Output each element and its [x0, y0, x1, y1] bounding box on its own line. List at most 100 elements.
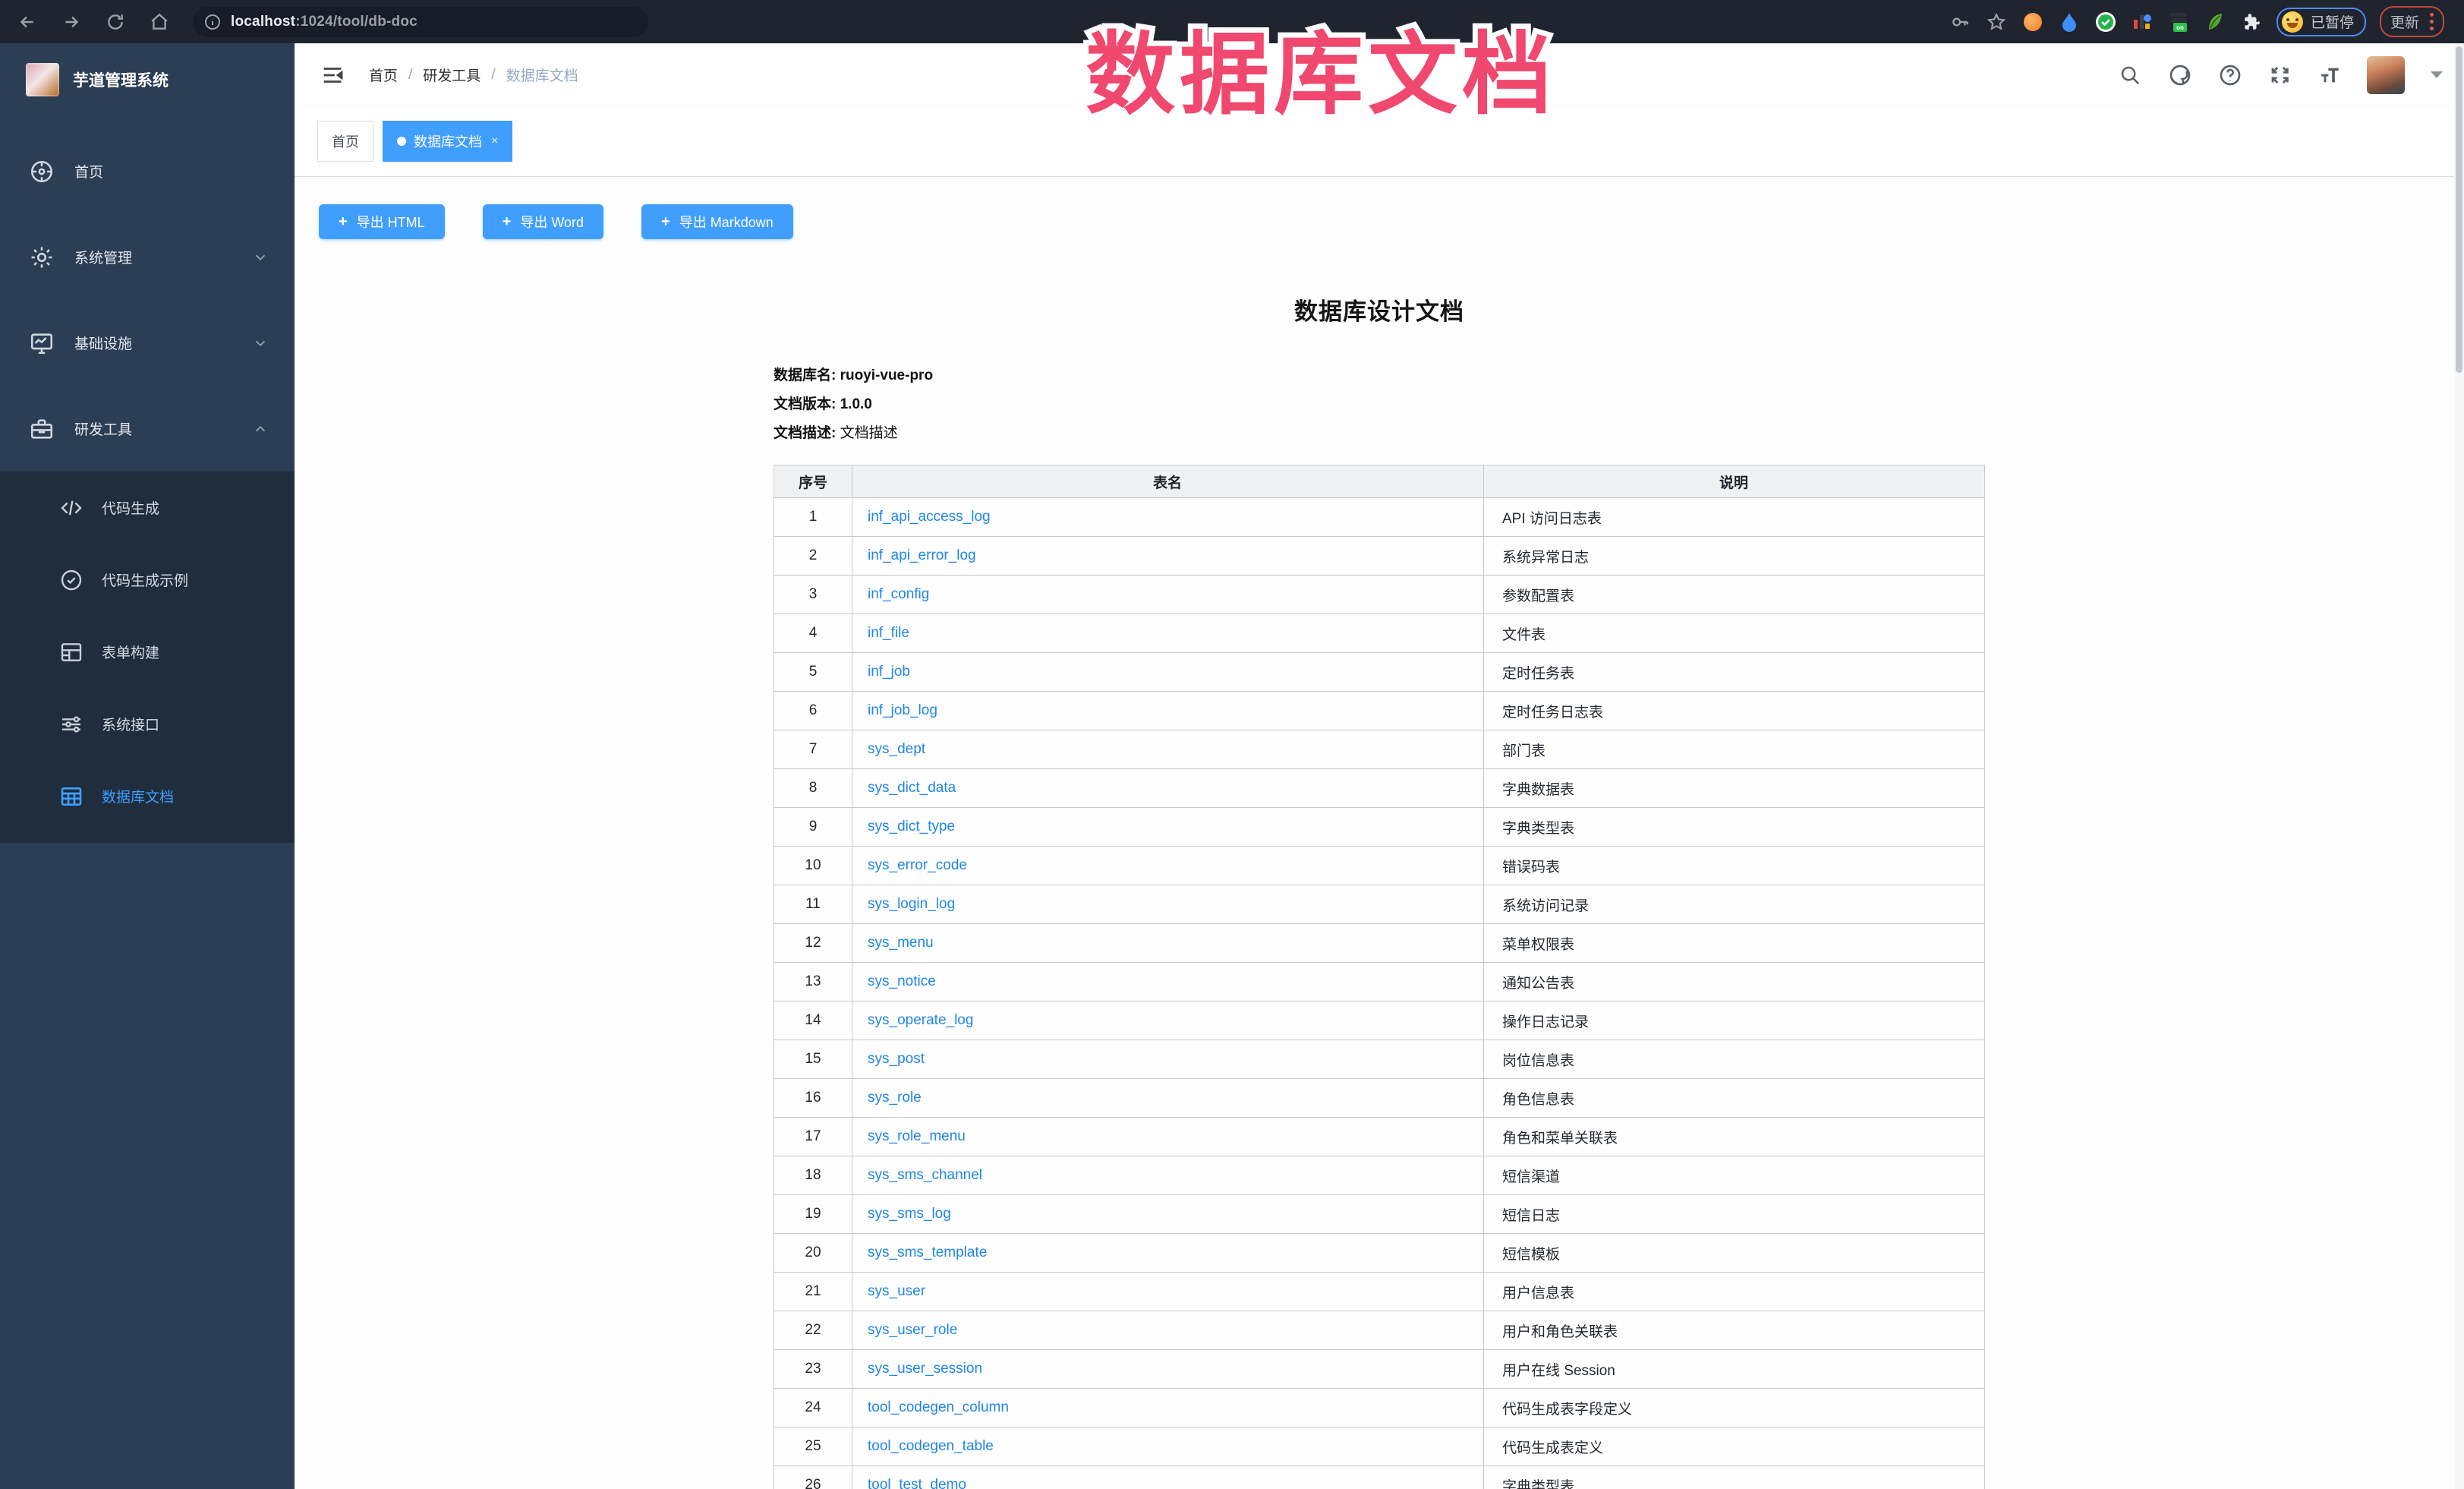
- close-tab-icon[interactable]: ×: [491, 134, 498, 148]
- extension-orange-icon[interactable]: [2021, 11, 2044, 33]
- collapse-sidebar-icon[interactable]: [317, 60, 348, 90]
- app-logo-row[interactable]: 芋道管理系统: [0, 43, 295, 104]
- table-row: 21sys_user用户信息表: [774, 1273, 1985, 1311]
- sidebar-item-system[interactable]: 系统管理: [0, 214, 295, 300]
- back-icon[interactable]: [11, 5, 44, 39]
- sidebar-item-dev-tools[interactable]: 研发工具: [0, 386, 295, 472]
- password-key-icon[interactable]: [1949, 11, 1971, 33]
- table-desc-cell: 岗位信息表: [1484, 1040, 1985, 1079]
- table-name-cell: sys_user_role: [852, 1311, 1484, 1350]
- help-icon[interactable]: [2217, 62, 2244, 89]
- tab-home[interactable]: 首页: [317, 121, 373, 162]
- export-html-button[interactable]: + 导出 HTML: [319, 204, 445, 239]
- extension-green-check-icon[interactable]: [2094, 11, 2117, 33]
- sidebar-item-infrastructure[interactable]: 基础设施: [0, 300, 295, 386]
- tags-view-bar: 首页 数据库文档 ×: [295, 106, 2464, 177]
- table-row: 14sys_operate_log操作日志记录: [774, 1002, 1985, 1040]
- row-index: 20: [774, 1234, 852, 1273]
- address-bar[interactable]: localhost:1024/tool/db-doc: [193, 7, 648, 37]
- table-name-link[interactable]: sys_menu: [868, 935, 934, 951]
- table-desc-cell: 文件表: [1484, 614, 1985, 653]
- extension-blue-drop-icon[interactable]: [2058, 11, 2081, 33]
- chrome-update-button[interactable]: 更新: [2380, 6, 2444, 37]
- export-word-button[interactable]: + 导出 Word: [483, 204, 603, 239]
- tab-db-doc[interactable]: 数据库文档 ×: [383, 121, 512, 162]
- table-desc-cell: 角色信息表: [1484, 1079, 1985, 1118]
- fullscreen-icon[interactable]: [2267, 62, 2294, 89]
- scrollbar-thumb[interactable]: [2456, 46, 2462, 373]
- table-name-link[interactable]: sys_role_menu: [868, 1128, 966, 1144]
- extensions-puzzle-icon[interactable]: [2240, 11, 2263, 33]
- table-name-link[interactable]: sys_sms_channel: [868, 1167, 982, 1183]
- table-name-link[interactable]: tool_codegen_column: [868, 1399, 1009, 1415]
- sidebar-item-system-api[interactable]: 系统接口: [0, 688, 295, 760]
- user-menu-caret-icon[interactable]: [2431, 71, 2443, 78]
- table-desc-cell: 字典数据表: [1484, 769, 1985, 808]
- chevron-down-icon: [252, 335, 269, 352]
- breadcrumb-home[interactable]: 首页: [369, 65, 398, 85]
- col-header-desc: 说明: [1484, 465, 1985, 498]
- table-name-cell: sys_dept: [852, 730, 1484, 769]
- table-name-cell: sys_role_menu: [852, 1118, 1484, 1156]
- table-name-link[interactable]: sys_user_role: [868, 1322, 957, 1338]
- forward-icon[interactable]: [55, 5, 88, 39]
- sidebar-item-home[interactable]: 首页: [0, 128, 295, 214]
- row-index: 5: [774, 653, 852, 692]
- extension-on-badge-icon[interactable]: on: [2167, 11, 2190, 33]
- table-name-link[interactable]: sys_error_code: [868, 857, 967, 873]
- dev-tools-submenu: 代码生成 代码生成示例 表单构建: [0, 472, 295, 843]
- user-avatar[interactable]: [2367, 56, 2405, 94]
- sliders-icon: [59, 712, 83, 737]
- table-desc-cell: 代码生成表定义: [1484, 1427, 1985, 1466]
- extension-paused-badge[interactable]: 已暂停: [2277, 8, 2366, 36]
- table-name-link[interactable]: sys_user: [868, 1283, 925, 1299]
- row-index: 1: [774, 498, 852, 537]
- bookmark-star-icon[interactable]: [1985, 11, 2008, 33]
- reload-icon[interactable]: [99, 5, 132, 39]
- table-name-link[interactable]: inf_api_error_log: [868, 547, 976, 563]
- table-row: 17sys_role_menu角色和菜单关联表: [774, 1118, 1985, 1156]
- table-name-link[interactable]: sys_user_session: [868, 1361, 982, 1377]
- table-name-link[interactable]: inf_job_log: [868, 702, 937, 718]
- row-index: 21: [774, 1273, 852, 1311]
- database-doc: 数据库设计文档 数据库名: ruoyi-vue-pro 文档版本: 1.0.0 …: [774, 292, 1985, 1489]
- site-info-icon[interactable]: [203, 13, 222, 31]
- table-name-link[interactable]: inf_file: [868, 625, 909, 641]
- export-markdown-button[interactable]: + 导出 Markdown: [641, 204, 793, 239]
- extension-leaf-icon[interactable]: [2204, 11, 2226, 33]
- table-desc-cell: 错误码表: [1484, 847, 1985, 885]
- github-icon[interactable]: [2166, 62, 2194, 89]
- table-name-link[interactable]: sys_login_log: [868, 896, 955, 912]
- sidebar-menu: 首页 系统管理 基础设施: [0, 104, 295, 843]
- sidebar-item-codegen-example[interactable]: 代码生成示例: [0, 544, 295, 616]
- breadcrumb-dev-tools[interactable]: 研发工具: [423, 65, 481, 85]
- chevron-down-icon: [252, 249, 269, 266]
- search-icon[interactable]: [2116, 62, 2144, 89]
- table-name-link[interactable]: sys_role: [868, 1090, 922, 1106]
- font-size-icon[interactable]: [2317, 62, 2344, 89]
- table-name-link[interactable]: sys_dict_data: [868, 780, 956, 796]
- table-name-link[interactable]: sys_sms_log: [868, 1206, 951, 1222]
- table-name-link[interactable]: sys_operate_log: [868, 1012, 973, 1028]
- table-row: 25tool_codegen_table代码生成表定义: [774, 1427, 1985, 1466]
- row-index: 16: [774, 1079, 852, 1118]
- table-name-link[interactable]: sys_dict_type: [868, 819, 955, 834]
- table-name-link[interactable]: inf_api_access_log: [868, 509, 991, 525]
- table-desc-cell: 代码生成表字段定义: [1484, 1389, 1985, 1427]
- table-name-link[interactable]: tool_test_demo: [868, 1477, 966, 1489]
- table-name-link[interactable]: sys_notice: [868, 973, 936, 989]
- browser-menu-icon[interactable]: [2430, 13, 2434, 30]
- extension-grid-icon[interactable]: [2131, 11, 2154, 33]
- table-name-link[interactable]: tool_codegen_table: [868, 1438, 994, 1454]
- sidebar-item-code-generation[interactable]: 代码生成: [0, 472, 295, 544]
- page-scrollbar[interactable]: [2454, 43, 2464, 1489]
- sidebar-item-db-doc[interactable]: 数据库文档: [0, 760, 295, 832]
- home-icon[interactable]: [143, 5, 176, 39]
- table-name-link[interactable]: inf_job: [868, 664, 910, 680]
- sidebar-item-form-builder[interactable]: 表单构建: [0, 616, 295, 688]
- table-name-link[interactable]: inf_config: [868, 586, 929, 602]
- table-name-link[interactable]: sys_dept: [868, 741, 925, 757]
- table-desc-cell: 短信日志: [1484, 1195, 1985, 1234]
- table-name-link[interactable]: sys_sms_template: [868, 1245, 987, 1260]
- table-name-link[interactable]: sys_post: [868, 1051, 925, 1067]
